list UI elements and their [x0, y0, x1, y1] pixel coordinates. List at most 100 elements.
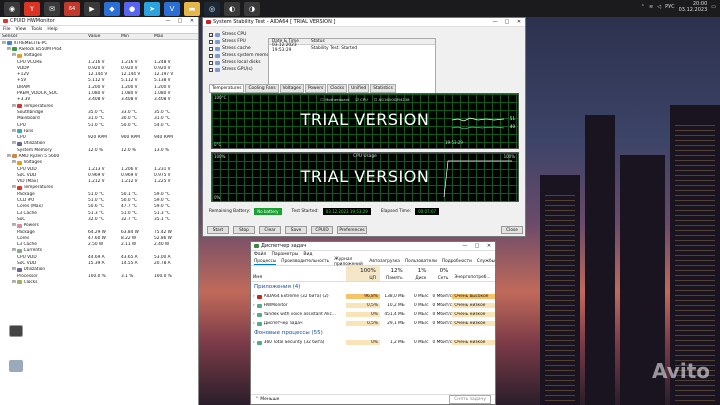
- sensor-row[interactable]: Cores (Max) 50.6 °C 47.7 °C 59.0 °C: [0, 204, 198, 210]
- sensor-row[interactable]: SoC 32.0 °C 32.7 °C 35.1 °C: [0, 216, 198, 222]
- collapse-icon[interactable]: ⊟: [12, 141, 16, 146]
- checkbox-icon[interactable]: [209, 67, 213, 72]
- collapse-icon[interactable]: ⊟: [12, 104, 16, 109]
- collapse-icon[interactable]: ⊟: [12, 185, 16, 190]
- language-indicator[interactable]: РУС: [665, 4, 675, 10]
- sensor-row[interactable]: L3 Cache 51.3 °C 51.0 °C 51.3 °C: [0, 210, 198, 216]
- collapse-icon[interactable]: ⊟: [12, 280, 16, 285]
- tab-3[interactable]: Powers: [304, 84, 327, 93]
- close-icon[interactable]: ✕: [186, 18, 198, 24]
- vk-icon[interactable]: V: [164, 1, 180, 16]
- folder-icon[interactable]: ▬: [184, 1, 200, 16]
- sensor-group[interactable]: ⊟ Clocks: [0, 279, 198, 285]
- collapse-icon[interactable]: ⊟: [7, 47, 11, 52]
- col-sensor[interactable]: Sensor: [0, 34, 88, 39]
- aida64-titlebar[interactable]: System Stability Test - AIDA64 [ TRIAL V…: [203, 18, 525, 27]
- stress-option[interactable]: Stress system memory: [209, 52, 274, 59]
- expand-chevron-icon[interactable]: ›: [253, 303, 255, 308]
- browser-icon[interactable]: ◐: [224, 1, 240, 16]
- close-button[interactable]: Close: [501, 226, 523, 234]
- close-icon[interactable]: ✕: [483, 243, 495, 249]
- sensor-row[interactable]: SoC VDD 15.39 A 14.55 A 20.78 A: [0, 260, 198, 266]
- taskmgr-tab-2[interactable]: Журнал приложений: [334, 257, 364, 267]
- sensor-row[interactable]: DRAM 1.200 V 1.200 V 1.200 V: [0, 84, 198, 90]
- taskmgr-tab-4[interactable]: Пользователи: [405, 259, 437, 264]
- sensor-row[interactable]: +12V 12.144 V 12.144 V 12.197 V: [0, 71, 198, 77]
- col-max[interactable]: Max: [154, 34, 187, 39]
- col-value[interactable]: Value: [88, 34, 121, 39]
- stress-option[interactable]: Stress cache: [209, 45, 274, 52]
- taskmgr-tab-1[interactable]: Производительность: [281, 259, 329, 264]
- cpuid-button[interactable]: CPUID: [311, 226, 333, 234]
- tab-6[interactable]: Statistics: [370, 84, 396, 93]
- sensor-row[interactable]: SoC VDD 0.969 V 0.969 V 0.975 V: [0, 172, 198, 178]
- sensor-row[interactable]: VDDP 0.920 V 0.920 V 0.920 V: [0, 65, 198, 71]
- process-row[interactable]: › 360 Total Security (32 бита) 0% 1,2 МБ 0 М…: [251, 338, 496, 347]
- desktop-icon-uninstall-tool[interactable]: Uninstall Tool: [2, 325, 30, 349]
- sensor-row[interactable]: CPU VDD 44.69 A 43.65 A 53.00 A: [0, 254, 198, 260]
- sensor-row[interactable]: CPU VDD 1.213 V 1.206 V 1.231 V: [0, 166, 198, 172]
- grid-row[interactable]: 03.12.2023 19:53:29 Stability Test: Star…: [269, 43, 435, 53]
- col-name[interactable]: Имя: [251, 266, 346, 281]
- taskmgr-tab-0[interactable]: Процессы: [254, 259, 277, 265]
- sensor-row[interactable]: System Memory 12.0 % 12.0 % 13.0 %: [0, 147, 198, 153]
- video-icon[interactable]: ▶: [84, 1, 100, 16]
- fewer-details-link[interactable]: Меньше: [260, 397, 279, 402]
- vpn-icon[interactable]: ◆: [104, 1, 120, 16]
- notifications-icon[interactable]: ▭: [711, 4, 716, 10]
- minimize-icon[interactable]: —: [459, 243, 471, 249]
- process-row[interactable]: › Диспетчер задач 0,5% 29,1 МБ 0 МБ/с 0 Мбит/…: [251, 319, 496, 328]
- group-background[interactable]: Фоновые процессы (55): [251, 328, 495, 338]
- sensor-row[interactable]: +5V 5.112 V 5.112 V 5.138 V: [0, 78, 198, 84]
- maximize-icon[interactable]: □: [471, 243, 483, 249]
- expand-chevron-icon[interactable]: ›: [253, 321, 255, 326]
- tab-2[interactable]: Voltages: [279, 84, 304, 93]
- col-disk[interactable]: 1% Диск: [407, 266, 431, 281]
- checkbox-icon[interactable]: [209, 53, 213, 58]
- checkbox-icon[interactable]: [209, 60, 213, 65]
- minimize-icon[interactable]: —: [162, 18, 174, 24]
- checkbox-checked-icon[interactable]: ✓: [209, 32, 213, 37]
- grid-header-status[interactable]: Status: [311, 39, 325, 44]
- sensor-row[interactable]: CPU 51.0 °C 50.0 °C 54.0 °C: [0, 122, 198, 128]
- tab-5[interactable]: Unified: [348, 84, 370, 93]
- process-row[interactable]: › Yandex with voice assistant Alic... 0% 45…: [251, 310, 496, 319]
- taskmgr-tab-5[interactable]: Подробности: [442, 259, 472, 264]
- close-icon[interactable]: ✕: [513, 19, 525, 25]
- tab-4[interactable]: Clocks: [327, 84, 348, 93]
- sensor-row[interactable]: Cores 47.60 W 8.22 W 52.86 W: [0, 235, 198, 241]
- expand-chevron-icon[interactable]: ›: [253, 340, 255, 345]
- checkbox-icon[interactable]: [209, 46, 213, 51]
- sensor-row[interactable]: Processor 100.0 % 3.1 % 100.0 %: [0, 273, 198, 279]
- tray-chevron-icon[interactable]: ⌃: [641, 4, 645, 10]
- stop-button[interactable]: Stop: [233, 226, 255, 234]
- taskmgr-tab-3[interactable]: Автозагрузка: [369, 259, 400, 264]
- hwmonitor-titlebar[interactable]: CPUID HWMonitor — □ ✕: [0, 17, 198, 26]
- stress-option[interactable]: Stress GPU(s): [209, 66, 274, 73]
- clock[interactable]: 20:00 03.12.2023: [679, 1, 708, 13]
- minimize-icon[interactable]: —: [489, 19, 501, 25]
- collapse-icon[interactable]: ⊟: [2, 41, 6, 46]
- stress-option[interactable]: ✓ Stress CPU: [209, 31, 274, 38]
- desktop-icon-recycle-bin[interactable]: Корзина: [2, 360, 30, 379]
- save-button[interactable]: Save: [285, 226, 307, 234]
- sensor-row[interactable]: +3.3V 3.408 V 3.408 V 3.408 V: [0, 97, 198, 103]
- tab-0[interactable]: Temperatures: [209, 84, 245, 93]
- group-apps[interactable]: Приложения (4): [251, 282, 495, 292]
- sensor-row[interactable]: CCD #0 51.0 °C 50.0 °C 59.0 °C: [0, 197, 198, 203]
- sensor-row[interactable]: CPU VCORE 1.216 V 1.216 V 1.248 V: [0, 59, 198, 65]
- sensor-row[interactable]: PREM_VDDCR_SOC 1.080 V 1.080 V 1.080 V: [0, 90, 198, 96]
- sensor-row[interactable]: CPU 920 RPM 900 RPM 940 RPM: [0, 134, 198, 140]
- col-cpu[interactable]: 100% ЦП: [346, 266, 380, 281]
- taskmgr-titlebar[interactable]: Диспетчер задач — □ ✕: [251, 242, 495, 251]
- collapse-icon[interactable]: ⊟: [12, 53, 16, 58]
- collapse-icon[interactable]: ⊟: [12, 267, 16, 272]
- chrome-icon[interactable]: ◉: [4, 1, 20, 16]
- sensor-row[interactable]: Package 51.0 °C 50.1 °C 59.0 °C: [0, 191, 198, 197]
- collapse-icon[interactable]: ⊟: [7, 154, 11, 159]
- stress-option[interactable]: Stress local disks: [209, 59, 274, 66]
- menu-options[interactable]: Параметры: [271, 252, 298, 257]
- sensor-row[interactable]: Southbridge 35.0 °C 33.0 °C 35.0 °C: [0, 109, 198, 115]
- end-task-button[interactable]: Снять задачу: [449, 395, 491, 404]
- steam-icon[interactable]: ◎: [204, 1, 220, 16]
